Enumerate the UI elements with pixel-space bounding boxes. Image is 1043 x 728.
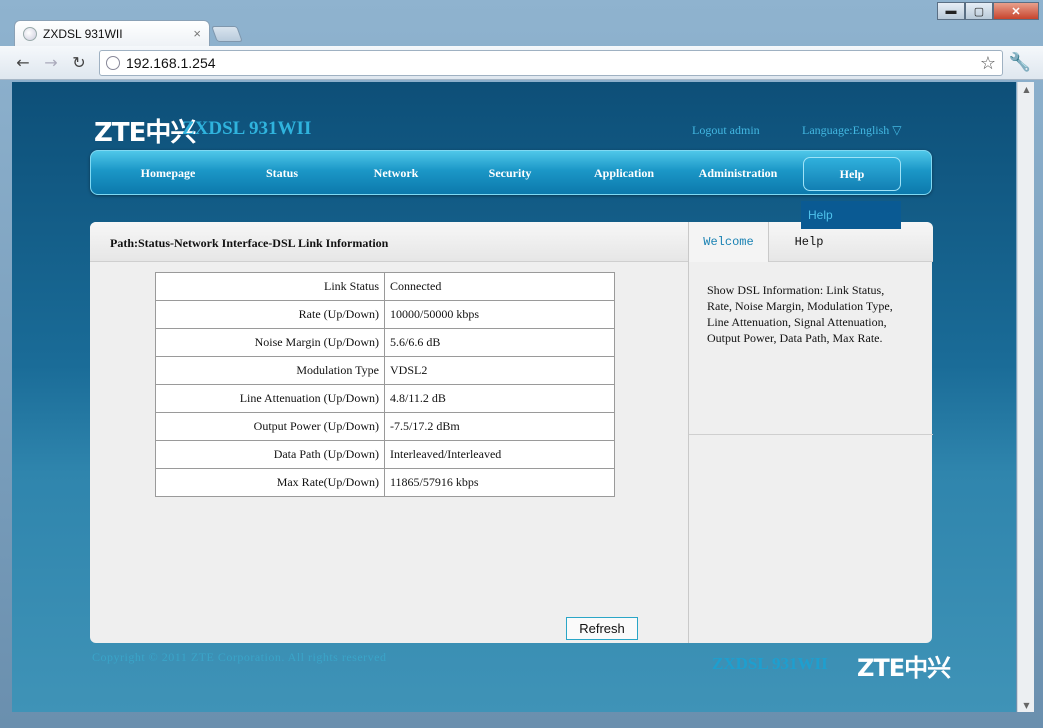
table-row: Modulation Type VDSL2 bbox=[155, 356, 615, 385]
table-row: Output Power (Up/Down) -7.5/17.2 dBm bbox=[155, 412, 615, 441]
nav-help[interactable]: Help bbox=[803, 157, 901, 191]
row-value: 10000/50000 kbps bbox=[384, 300, 615, 329]
footer-product-name: ZXDSL 931WII bbox=[712, 654, 828, 673]
divider bbox=[689, 434, 933, 435]
table-row: Data Path (Up/Down) Interleaved/Interleav… bbox=[155, 440, 615, 469]
back-arrow-icon[interactable]: ← bbox=[10, 50, 36, 76]
tab-close-icon[interactable]: × bbox=[193, 26, 201, 41]
row-label: Modulation Type bbox=[155, 356, 385, 385]
nav-application[interactable]: Application bbox=[567, 151, 681, 196]
maximize-button[interactable]: ▢ bbox=[965, 2, 993, 20]
table-row: Max Rate(Up/Down) 11865/57916 kbps bbox=[155, 468, 615, 497]
table-row: Noise Margin (Up/Down) 5.6/6.6 dB bbox=[155, 328, 615, 357]
help-description: Show DSL Information: Link Status, Rate,… bbox=[707, 283, 893, 345]
nav-homepage[interactable]: Homepage bbox=[111, 151, 225, 196]
table-row: Rate (Up/Down) 10000/50000 kbps bbox=[155, 300, 615, 329]
footer-zte-logo: ZTE中兴 bbox=[857, 654, 951, 682]
page-viewport: ZTE中兴 ZXDSL 931WII Logout admin Language… bbox=[12, 82, 1016, 712]
row-label: Output Power (Up/Down) bbox=[155, 412, 385, 441]
page-favicon-icon bbox=[23, 26, 37, 41]
row-label: Data Path (Up/Down) bbox=[155, 440, 385, 469]
nav-administration[interactable]: Administration bbox=[681, 151, 795, 196]
row-label: Noise Margin (Up/Down) bbox=[155, 328, 385, 357]
row-label: Max Rate(Up/Down) bbox=[155, 468, 385, 497]
row-value: 4.8/11.2 dB bbox=[384, 384, 615, 413]
close-window-button[interactable]: ✕ bbox=[993, 2, 1039, 20]
row-value: Interleaved/Interleaved bbox=[384, 440, 615, 469]
row-value: Connected bbox=[384, 272, 615, 301]
browser-toolbar: ← → ↻ 192.168.1.254 ☆ 🔧 bbox=[0, 46, 1043, 80]
row-value: 5.6/6.6 dB bbox=[384, 328, 615, 357]
star-icon[interactable]: ☆ bbox=[980, 53, 996, 74]
title-bar: ZXDSL 931WII × ▬ ▢ ✕ bbox=[0, 0, 1043, 46]
row-value: 11865/57916 kbps bbox=[384, 468, 615, 497]
tab-welcome[interactable]: Welcome bbox=[689, 222, 769, 262]
logout-link[interactable]: Logout admin bbox=[692, 123, 760, 138]
help-panel: Welcome Help Show DSL Information: Link … bbox=[688, 222, 933, 643]
table-row: Line Attenuation (Up/Down) 4.8/11.2 dB bbox=[155, 384, 615, 413]
forward-arrow-icon[interactable]: → bbox=[38, 50, 64, 76]
row-value: -7.5/17.2 dBm bbox=[384, 412, 615, 441]
dsl-info-table: Link Status Connected Rate (Up/Down) 10000/… bbox=[155, 272, 615, 497]
vertical-scrollbar[interactable]: ▲ ▼ bbox=[1017, 82, 1034, 712]
window-controls: ▬ ▢ ✕ bbox=[937, 2, 1039, 20]
browser-tab[interactable]: ZXDSL 931WII × bbox=[14, 20, 210, 46]
breadcrumb: Path:Status-Network Interface-DSL Link I… bbox=[90, 222, 690, 262]
content-panel: Path:Status-Network Interface-DSL Link I… bbox=[90, 222, 933, 643]
row-value: VDSL2 bbox=[384, 356, 615, 385]
minimize-button[interactable]: ▬ bbox=[937, 2, 965, 20]
globe-icon bbox=[106, 56, 120, 70]
nav-security[interactable]: Security bbox=[453, 151, 567, 196]
tab-title: ZXDSL 931WII bbox=[43, 26, 123, 41]
reload-icon[interactable]: ↻ bbox=[66, 50, 92, 76]
scroll-up-icon[interactable]: ▲ bbox=[1018, 82, 1035, 96]
zte-logo: ZTE中兴 bbox=[94, 118, 196, 148]
main-nav: Homepage Status Network Security Applica… bbox=[90, 150, 932, 195]
table-row: Link Status Connected bbox=[155, 272, 615, 301]
nav-network[interactable]: Network bbox=[339, 151, 453, 196]
help-dropdown-item[interactable]: Help bbox=[801, 201, 901, 229]
url-text: 192.168.1.254 bbox=[126, 55, 216, 71]
scroll-down-icon[interactable]: ▼ bbox=[1018, 698, 1035, 712]
refresh-button[interactable]: Refresh bbox=[566, 617, 638, 640]
copyright-text: Copyright © 2011 ZTE Corporation. All ri… bbox=[92, 650, 387, 664]
browser-window: ZXDSL 931WII × ▬ ▢ ✕ ← → ↻ 192.168.1.254… bbox=[0, 0, 1043, 728]
row-label: Link Status bbox=[155, 272, 385, 301]
wrench-icon[interactable]: 🔧 bbox=[1009, 52, 1031, 73]
row-label: Rate (Up/Down) bbox=[155, 300, 385, 329]
language-select[interactable]: Language:English ▽ bbox=[802, 123, 902, 138]
product-title: ZXDSL 931WII bbox=[182, 118, 312, 139]
nav-status[interactable]: Status bbox=[225, 151, 339, 196]
row-label: Line Attenuation (Up/Down) bbox=[155, 384, 385, 413]
new-tab-button[interactable] bbox=[211, 26, 243, 42]
address-bar[interactable]: 192.168.1.254 ☆ bbox=[99, 50, 1003, 76]
